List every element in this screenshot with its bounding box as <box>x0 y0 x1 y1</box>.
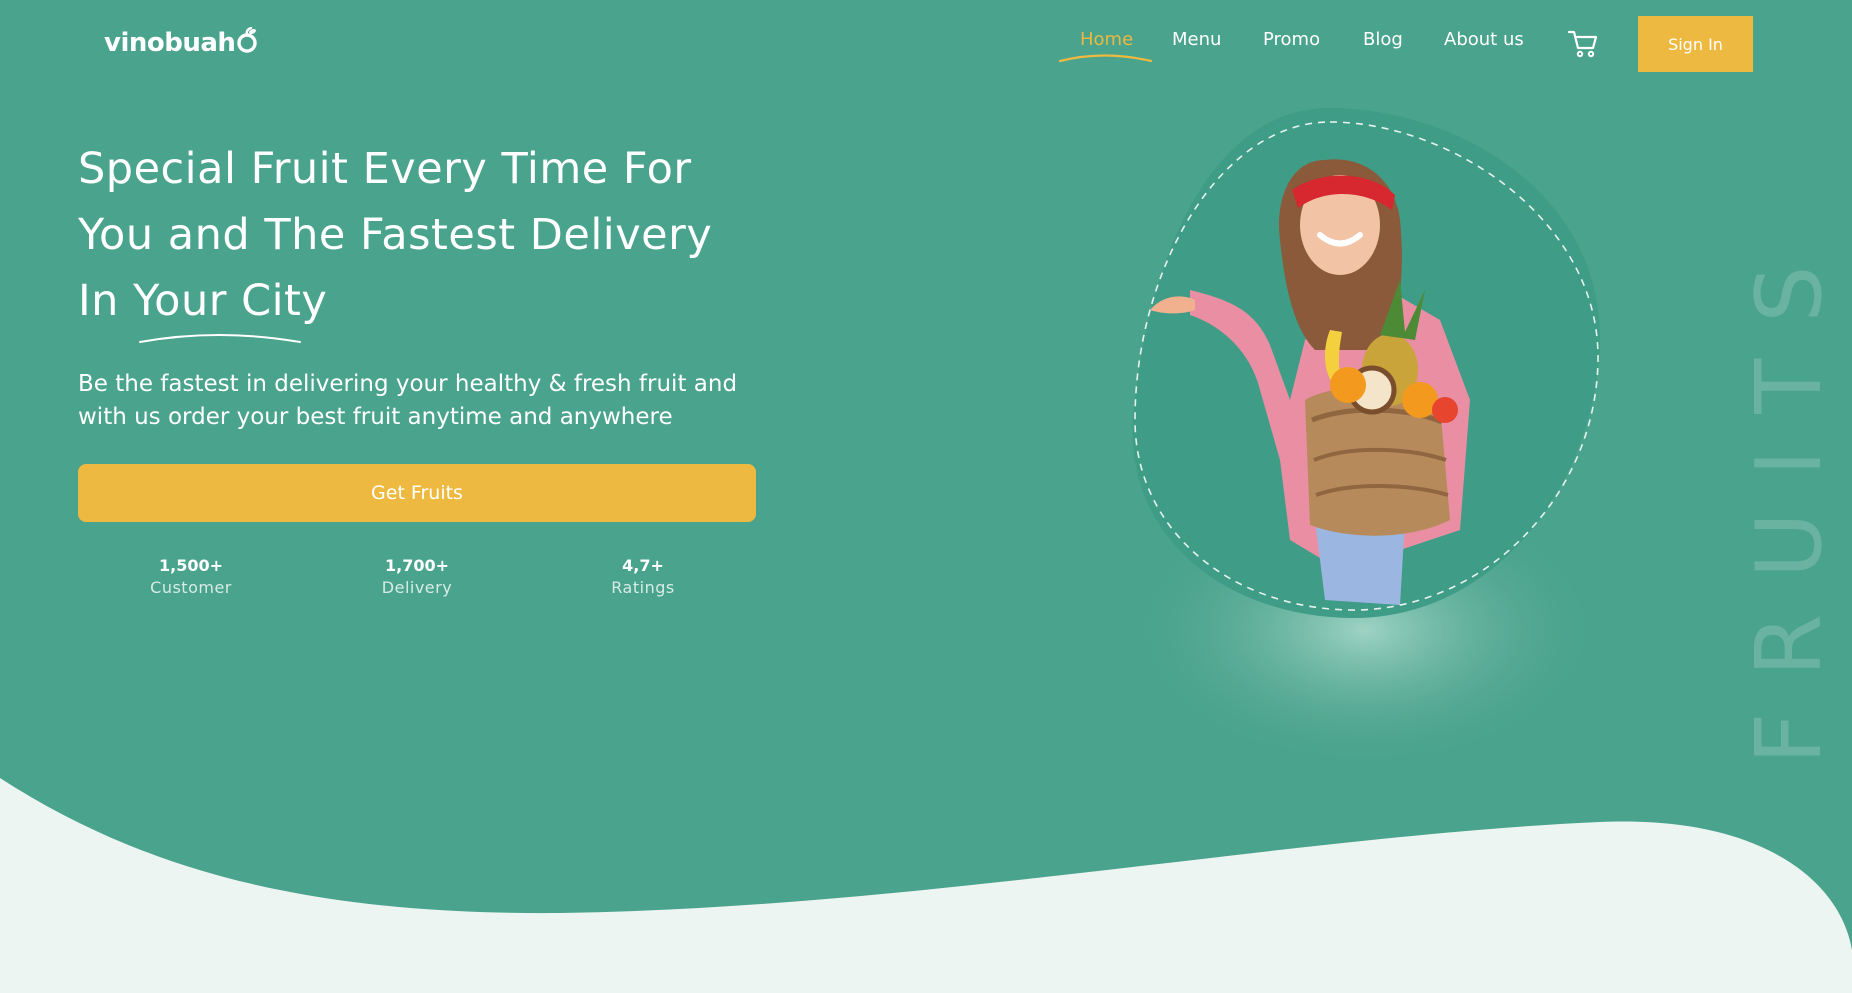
stat-value: 1,700+ <box>384 556 449 575</box>
headline-line-1: Special Fruit Every Time For <box>78 144 692 194</box>
nav-menu[interactable]: Menu <box>1172 29 1221 50</box>
hero-stats: 1,500+ Customer 1,700+ Delivery 4,7+ Rat… <box>78 556 756 606</box>
hero-illustration <box>1125 108 1605 770</box>
nav-home[interactable]: Home <box>1080 29 1133 50</box>
brand-name: vinobuah <box>104 28 236 58</box>
headline-underline <box>139 334 301 343</box>
subtitle-line-2: with us order your best fruit anytime an… <box>78 404 673 430</box>
nav-promo[interactable]: Promo <box>1263 29 1320 50</box>
active-nav-underline <box>1058 54 1153 63</box>
nav-blog[interactable]: Blog <box>1363 29 1403 50</box>
stat-label: Customer <box>150 578 232 597</box>
headline-line-3: In Your City <box>78 276 328 326</box>
site-header: vinobuah Home Menu Promo Blog About us S… <box>0 0 1852 90</box>
stat-deliveries: 1,700+ Delivery <box>304 556 530 600</box>
stat-ratings: 4,7+ Ratings <box>530 556 756 600</box>
stat-value: 4,7+ <box>622 556 664 575</box>
shopping-cart-icon[interactable] <box>1567 28 1599 58</box>
nav-about-us[interactable]: About us <box>1444 29 1524 50</box>
stat-label: Ratings <box>611 578 675 597</box>
sign-in-button[interactable]: Sign In <box>1638 16 1753 72</box>
stat-value: 1,500+ <box>158 556 223 575</box>
headline-line-2: You and The Fastest Delivery <box>78 210 713 260</box>
hero-subtitle: Be the fastest in delivering your health… <box>78 368 798 434</box>
hero-headline: Special Fruit Every Time For You and The… <box>78 136 798 334</box>
subtitle-line-1: Be the fastest in delivering your health… <box>78 371 738 397</box>
orange-logo-icon <box>237 27 258 53</box>
stat-customers: 1,500+ Customer <box>78 556 304 600</box>
brand-logo[interactable]: vinobuah <box>104 27 258 58</box>
vertical-fruits-text: FRUITS <box>1737 229 1842 765</box>
stat-label: Delivery <box>381 578 453 597</box>
get-fruits-button[interactable]: Get Fruits <box>78 464 756 522</box>
